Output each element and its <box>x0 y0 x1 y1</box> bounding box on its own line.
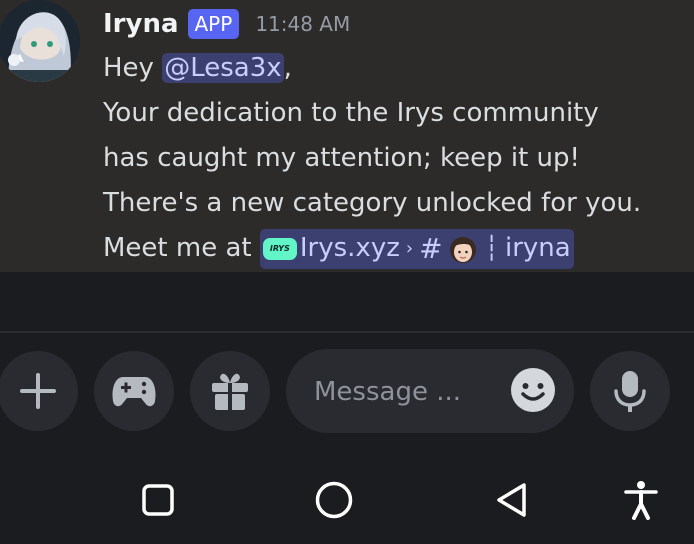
circle-icon <box>315 481 353 519</box>
greeting-text: Hey <box>103 53 163 83</box>
recents-nav-button[interactable] <box>134 476 182 524</box>
activities-button[interactable] <box>94 351 174 431</box>
plus-icon <box>20 373 56 409</box>
square-icon <box>142 484 174 516</box>
message-composer[interactable] <box>286 349 574 433</box>
message-line: has caught my attention; keep it up! <box>103 143 580 173</box>
user-mention[interactable]: @Lesa3x <box>162 53 284 83</box>
message-input[interactable] <box>312 371 506 413</box>
message-line: Meet me at IRYS Irys.xyz › # ┆ iryna <box>103 226 693 271</box>
emoji-button[interactable] <box>510 367 556 413</box>
microphone-icon <box>614 371 646 412</box>
gamepad-icon <box>112 377 156 407</box>
composer-bar <box>0 349 694 433</box>
divider-icon: ┆ <box>484 234 499 262</box>
channel-name: iryna <box>504 233 571 263</box>
author-name[interactable]: Iryna <box>103 9 179 39</box>
channel-link[interactable]: IRYS Irys.xyz › # ┆ iryna <box>259 228 574 269</box>
server-name: Irys.xyz <box>299 233 400 263</box>
triangle-back-icon <box>497 483 526 517</box>
app-badge: APP <box>187 9 240 39</box>
avatar[interactable] <box>0 0 80 82</box>
gift-button[interactable] <box>190 351 270 431</box>
accessibility-nav-button[interactable] <box>617 476 665 524</box>
irys-server-icon: IRYS <box>262 237 297 260</box>
message-content: Hey @Lesa3x, Your dedication to the Irys… <box>103 46 693 271</box>
greeting-suffix: , <box>283 53 292 83</box>
message-line: Hey @Lesa3x, <box>103 46 693 91</box>
system-nav-bar <box>0 456 694 544</box>
composer-divider <box>0 331 694 333</box>
meet-text: Meet me at <box>103 233 260 263</box>
gift-icon <box>212 373 248 410</box>
message-item[interactable]: Iryna APP 11:48 AM Hey @Lesa3x, Your ded… <box>0 0 694 272</box>
home-nav-button[interactable] <box>310 476 358 524</box>
emoji-icon <box>511 368 555 412</box>
message-line: Your dedication to the Irys community <box>103 98 599 128</box>
back-nav-button[interactable] <box>488 476 536 524</box>
voice-message-button[interactable] <box>590 351 670 431</box>
accessibility-icon <box>624 481 658 520</box>
message-header: Iryna APP 11:48 AM <box>103 4 350 44</box>
add-attachment-button[interactable] <box>0 351 78 431</box>
timestamp: 11:48 AM <box>255 12 351 36</box>
chevron-right-icon: › <box>405 238 414 259</box>
message-line: There's a new category unlocked for you. <box>103 188 642 218</box>
woman-face-emoji-icon <box>447 233 479 265</box>
hash-icon: # <box>419 232 443 265</box>
